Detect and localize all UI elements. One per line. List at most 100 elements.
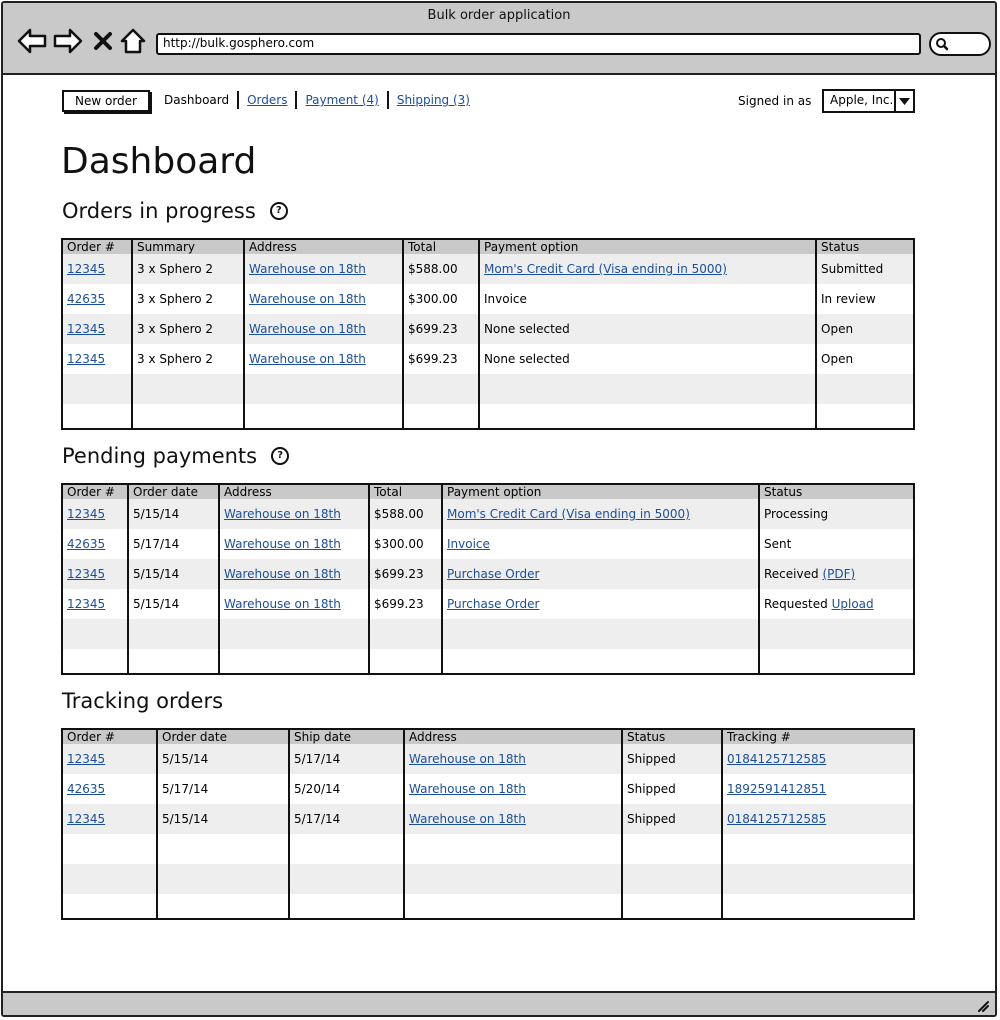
order-number-link[interactable]: 42635: [67, 782, 105, 796]
address-link[interactable]: Warehouse on 18th: [249, 352, 366, 366]
table-row: 42635 5/17/14 5/20/14 Warehouse on 18th Ship…: [62, 774, 914, 804]
order-number-link[interactable]: 12345: [67, 752, 105, 766]
status-text: Received: [764, 567, 819, 581]
table-row: 12345 3 x Sphero 2 Warehouse on 18th $699.2…: [62, 314, 914, 344]
empty-cell: [243, 404, 403, 429]
orders-in-progress-table: Order # Summary Address Total Payment option…: [61, 238, 915, 430]
table-row-empty: [62, 619, 914, 649]
help-icon[interactable]: ?: [269, 202, 288, 220]
home-icon[interactable]: [119, 27, 147, 55]
status-text: In review: [821, 292, 876, 306]
tracking-orders-table: Order # Order date Ship date Address Status T…: [61, 728, 915, 920]
empty-cell: [758, 619, 914, 649]
payment-link[interactable]: Mom's Credit Card (Visa ending in 5000): [484, 262, 727, 276]
url-input[interactable]: http://bulk.gosphero.com: [156, 33, 921, 55]
order-number-link[interactable]: 42635: [67, 537, 105, 551]
status-action-link[interactable]: (PDF): [822, 567, 855, 581]
browser-chrome: Bulk order application http://bulk.gosph…: [3, 3, 995, 75]
address-link-cell: Warehouse on 18th: [218, 499, 369, 529]
address-link[interactable]: Warehouse on 18th: [409, 812, 526, 826]
order-number-link[interactable]: 12345: [67, 322, 105, 336]
empty-cell: [402, 404, 479, 429]
order-number-link[interactable]: 42635: [67, 292, 105, 306]
order-number-link-cell: 12345: [62, 314, 132, 344]
payment-link[interactable]: Mom's Credit Card (Visa ending in 5000): [447, 507, 690, 521]
order-number-link[interactable]: 12345: [67, 507, 105, 521]
close-icon[interactable]: [91, 27, 115, 55]
empty-cell: [758, 649, 914, 674]
empty-cell: [288, 834, 404, 864]
status-text: Requested: [764, 597, 828, 611]
section-title: Tracking orders: [62, 689, 224, 713]
tracking-number-link[interactable]: 0184125712585: [727, 812, 826, 826]
address-link[interactable]: Warehouse on 18th: [224, 537, 341, 551]
pending-payments-table: Order # Order date Address Total Payment opt…: [61, 483, 915, 675]
account-select[interactable]: Apple, Inc.: [822, 89, 915, 113]
new-order-button[interactable]: New order: [62, 90, 150, 112]
empty-cell: [441, 649, 759, 674]
tab-orders[interactable]: Orders: [239, 91, 298, 109]
payment-text-cell: None selected: [478, 314, 816, 344]
empty-cell: [721, 894, 914, 919]
order-number-link-cell: 12345: [62, 559, 128, 589]
tab-shipping[interactable]: Shipping (3): [389, 91, 478, 109]
address-link[interactable]: Warehouse on 18th: [409, 752, 526, 766]
table-row: 12345 5/15/14 5/17/14 Warehouse on 18th Ship…: [62, 804, 914, 834]
order-date-text: 5/15/14: [162, 812, 209, 826]
order-number-link[interactable]: 12345: [67, 597, 105, 611]
forward-arrow-icon[interactable]: [53, 27, 83, 55]
order-number-link-cell: 42635: [62, 774, 157, 804]
table-row: 12345 5/15/14 Warehouse on 18th $699.23 Purc…: [62, 589, 914, 619]
total-text-cell: $300.00: [368, 529, 442, 559]
order-number-link-cell: 12345: [62, 804, 157, 834]
empty-cell: [441, 619, 759, 649]
address-link[interactable]: Warehouse on 18th: [224, 507, 341, 521]
tracking-number-link[interactable]: 0184125712585: [727, 752, 826, 766]
empty-cell: [288, 894, 404, 919]
browser-search-input[interactable]: [929, 32, 991, 56]
total-text: $300.00: [408, 292, 458, 306]
status-text-cell: Sent: [758, 529, 914, 559]
address-link[interactable]: Warehouse on 18th: [249, 292, 366, 306]
address-link[interactable]: Warehouse on 18th: [249, 322, 366, 336]
address-link[interactable]: Warehouse on 18th: [224, 567, 341, 581]
address-link[interactable]: Warehouse on 18th: [249, 262, 366, 276]
column-header: Status: [758, 484, 914, 499]
column-header: Address: [243, 239, 403, 254]
order-number-link[interactable]: 12345: [67, 567, 105, 581]
table-row: 12345 5/15/14 5/17/14 Warehouse on 18th Ship…: [62, 744, 914, 774]
orders-in-progress-heading: Orders in progress ?: [62, 199, 288, 223]
order-number-link[interactable]: 12345: [67, 812, 105, 826]
column-header: Total: [402, 239, 479, 254]
tracking-number-link-cell: 0184125712585: [721, 804, 914, 834]
empty-cell: [243, 374, 403, 404]
empty-cell: [721, 834, 914, 864]
status-text-cell: Submitted: [815, 254, 914, 284]
empty-cell: [288, 864, 404, 894]
chevron-down-icon[interactable]: [894, 91, 913, 111]
payment-link[interactable]: Purchase Order: [447, 597, 539, 611]
total-text-cell: $699.23: [402, 314, 479, 344]
back-arrow-icon[interactable]: [17, 27, 47, 55]
payment-link-cell: Purchase Order: [441, 589, 759, 619]
summary-text-cell: 3 x Sphero 2: [131, 254, 244, 284]
tab-payment[interactable]: Payment (4): [297, 91, 389, 109]
tracking-number-link[interactable]: 1892591412851: [727, 782, 826, 796]
status-action-link[interactable]: Upload: [832, 597, 874, 611]
order-number-link[interactable]: 12345: [67, 352, 105, 366]
address-link-cell: Warehouse on 18th: [403, 804, 622, 834]
resize-grip-icon[interactable]: [975, 998, 989, 1012]
payment-link[interactable]: Purchase Order: [447, 567, 539, 581]
address-link[interactable]: Warehouse on 18th: [224, 597, 341, 611]
address-link[interactable]: Warehouse on 18th: [409, 782, 526, 796]
total-text-cell: $588.00: [402, 254, 479, 284]
address-link-cell: Warehouse on 18th: [403, 774, 622, 804]
order-number-link[interactable]: 12345: [67, 262, 105, 276]
empty-cell: [721, 864, 914, 894]
total-text-cell: $699.23: [402, 344, 479, 374]
account-select-value: Apple, Inc.: [830, 93, 894, 107]
payment-link[interactable]: Invoice: [447, 537, 490, 551]
help-icon[interactable]: ?: [271, 447, 290, 465]
column-header: Ship date: [288, 729, 404, 744]
status-text-cell: Received (PDF): [758, 559, 914, 589]
